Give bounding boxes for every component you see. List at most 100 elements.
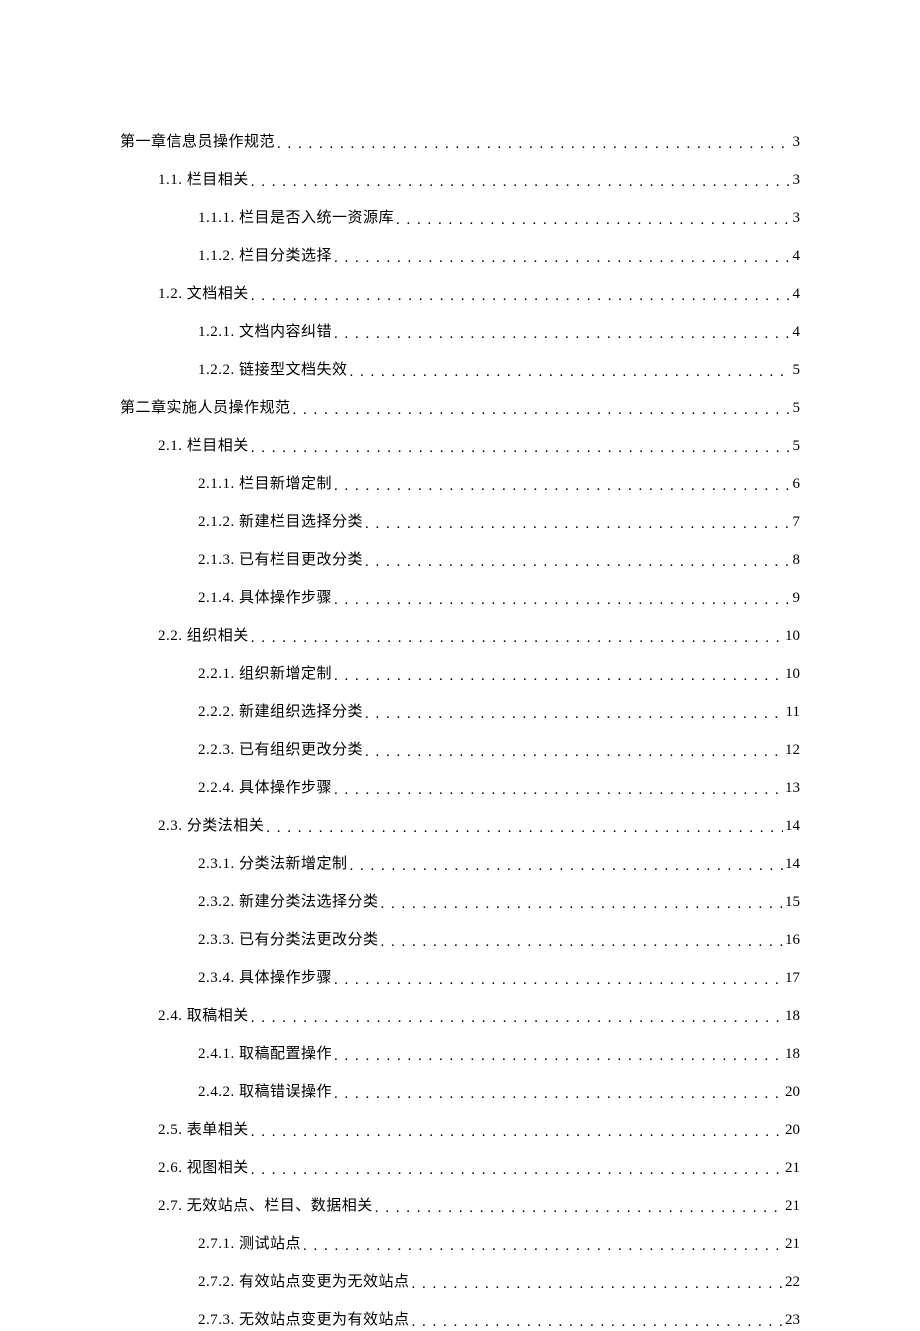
toc-entry-number: 2.4.1. — [198, 1046, 235, 1062]
toc-entry-title: 2.4.2. 取稿错误操作 — [198, 1080, 332, 1101]
toc-entry-text: 新建分类法选择分类 — [239, 894, 379, 910]
toc-entry[interactable]: 第一章信息员操作规范3 — [120, 130, 800, 151]
toc-entry[interactable]: 2.7. 无效站点、栏目、数据相关 21 — [158, 1194, 800, 1215]
toc-entry-text: 已有组织更改分类 — [239, 742, 363, 758]
toc-entry-text: 具体操作步骤 — [239, 780, 332, 796]
toc-entry[interactable]: 2.2.2. 新建组织选择分类11 — [198, 700, 800, 721]
toc-leader-dots — [348, 364, 791, 381]
toc-entry-title: 2.3.3. 已有分类法更改分类 — [198, 928, 379, 949]
toc-entry-number: 2.1.1. — [198, 476, 235, 492]
toc-entry[interactable]: 2.4.2. 取稿错误操作 20 — [198, 1080, 800, 1101]
toc-entry-page: 5 — [791, 362, 801, 379]
toc-entry-title: 1.1.2. 栏目分类选择 — [198, 244, 332, 265]
toc-entry-number: 1.2.1. — [198, 324, 235, 340]
toc-entry-number: 2.5. — [158, 1122, 183, 1138]
toc-entry-page: 4 — [791, 324, 801, 341]
table-of-contents: 第一章信息员操作规范31.1. 栏目相关31.1.1. 栏目是否入统一资源库31… — [120, 130, 800, 1329]
toc-entry[interactable]: 2.5. 表单相关20 — [158, 1118, 800, 1139]
toc-entry[interactable]: 2.3.2. 新建分类法选择分类15 — [198, 890, 800, 911]
toc-leader-dots — [249, 1010, 783, 1027]
toc-entry[interactable]: 2.1. 栏目相关5 — [158, 434, 800, 455]
toc-leader-dots — [363, 554, 790, 571]
toc-leader-dots — [410, 1314, 783, 1331]
toc-entry-title: 2.7. 无效站点、栏目、数据相关 — [158, 1194, 373, 1215]
toc-entry-number: 1.1.2. — [198, 248, 235, 264]
toc-entry[interactable]: 2.7.1. 测试站点 21 — [198, 1232, 800, 1253]
toc-entry[interactable]: 1.2.1. 文档内容纠错4 — [198, 320, 800, 341]
toc-leader-dots — [249, 440, 791, 457]
toc-entry-title: 2.6. 视图相关 — [158, 1156, 249, 1177]
toc-entry[interactable]: 1.1. 栏目相关 3 — [158, 168, 800, 189]
toc-entry[interactable]: 2.3.4. 具体操作步骤 17 — [198, 966, 800, 987]
toc-entry-title: 2.1.2. 新建栏目选择分类 — [198, 510, 363, 531]
toc-leader-dots — [332, 326, 790, 343]
toc-entry-number: 2.3.4. — [198, 970, 235, 986]
toc-entry-number: 1.2.2. — [198, 362, 235, 378]
toc-entry-page: 13 — [783, 780, 800, 797]
toc-entry[interactable]: 2.2.3. 已有组织更改分类12 — [198, 738, 800, 759]
toc-entry-page: 3 — [791, 210, 801, 227]
toc-entry-page: 21 — [783, 1198, 800, 1215]
toc-entry[interactable]: 2.1.3. 已有栏目更改分类 8 — [198, 548, 800, 569]
toc-entry[interactable]: 2.4.1. 取稿配置操作18 — [198, 1042, 800, 1063]
toc-entry-page: 17 — [783, 970, 800, 987]
toc-entry-page: 3 — [791, 172, 801, 189]
toc-entry-title: 2.3.1. 分类法新增定制 — [198, 852, 348, 873]
toc-entry-text: 组织新增定制 — [239, 666, 332, 682]
toc-entry-text: 已有分类法更改分类 — [239, 932, 379, 948]
toc-entry-text: 具体操作步骤 — [239, 970, 332, 986]
toc-entry-number: 2.2.4. — [198, 780, 235, 796]
toc-entry-title: 2.1.1. 栏目新增定制 — [198, 472, 332, 493]
toc-entry[interactable]: 2.4. 取稿相关18 — [158, 1004, 800, 1025]
toc-entry-page: 8 — [791, 552, 801, 569]
toc-entry[interactable]: 1.1.1. 栏目是否入统一资源库3 — [198, 206, 800, 227]
toc-entry[interactable]: 2.3.1. 分类法新增定制 14 — [198, 852, 800, 873]
toc-entry-number: 2.3. — [158, 818, 183, 834]
toc-entry-title: 1.1. 栏目相关 — [158, 168, 249, 189]
toc-entry-page: 20 — [783, 1084, 800, 1101]
toc-entry[interactable]: 2.7.2. 有效站点变更为无效站点22 — [198, 1270, 800, 1291]
toc-entry-title: 2.5. 表单相关 — [158, 1118, 249, 1139]
toc-leader-dots — [332, 250, 790, 267]
toc-entry-page: 18 — [783, 1008, 800, 1025]
toc-leader-dots — [363, 516, 790, 533]
toc-entry[interactable]: 1.1.2. 栏目分类选择 4 — [198, 244, 800, 265]
toc-entry[interactable]: 2.1.1. 栏目新增定制6 — [198, 472, 800, 493]
toc-leader-dots — [394, 212, 790, 229]
toc-entry[interactable]: 1.2. 文档相关4 — [158, 282, 800, 303]
toc-entry-text: 分类法新增定制 — [239, 856, 348, 872]
toc-entry[interactable]: 2.3. 分类法相关14 — [158, 814, 800, 835]
toc-entry-number: 1.1. — [158, 172, 183, 188]
toc-entry-page: 16 — [783, 932, 800, 949]
toc-entry[interactable]: 2.2.1. 组织新增定制10 — [198, 662, 800, 683]
toc-entry-title: 2.1.3. 已有栏目更改分类 — [198, 548, 363, 569]
toc-entry[interactable]: 2.7.3. 无效站点变更为有效站点23 — [198, 1308, 800, 1329]
toc-entry[interactable]: 2.2. 组织相关10 — [158, 624, 800, 645]
toc-entry-page: 4 — [791, 248, 801, 265]
toc-entry-title: 2.4.1. 取稿配置操作 — [198, 1042, 332, 1063]
toc-entry-title: 2.3.2. 新建分类法选择分类 — [198, 890, 379, 911]
toc-entry-text: 表单相关 — [187, 1122, 249, 1138]
toc-entry-title: 第二章实施人员操作规范 — [120, 396, 291, 417]
toc-entry[interactable]: 2.1.2. 新建栏目选择分类7 — [198, 510, 800, 531]
toc-entry-page: 21 — [783, 1236, 800, 1253]
toc-entry[interactable]: 第二章实施人员操作规范5 — [120, 396, 800, 417]
toc-leader-dots — [291, 402, 791, 419]
toc-entry-title: 2.1.4. 具体操作步骤 — [198, 586, 332, 607]
toc-entry-text: 已有栏目更改分类 — [239, 552, 363, 568]
toc-entry[interactable]: 1.2.2. 链接型文档失效 5 — [198, 358, 800, 379]
toc-entry[interactable]: 2.1.4. 具体操作步骤 9 — [198, 586, 800, 607]
toc-entry-page: 9 — [791, 590, 801, 607]
toc-entry-page: 4 — [791, 286, 801, 303]
toc-entry-number: 2.2.2. — [198, 704, 235, 720]
toc-entry-number: 2.1.2. — [198, 514, 235, 530]
toc-entry-title: 2.7.1. 测试站点 — [198, 1232, 301, 1253]
toc-entry[interactable]: 2.2.4. 具体操作步骤 13 — [198, 776, 800, 797]
toc-entry-page: 14 — [783, 856, 800, 873]
toc-entry[interactable]: 2.3.3. 已有分类法更改分类 16 — [198, 928, 800, 949]
toc-entry[interactable]: 2.6. 视图相关21 — [158, 1156, 800, 1177]
toc-leader-dots — [249, 174, 791, 191]
toc-entry-text: 新建组织选择分类 — [239, 704, 363, 720]
toc-entry-title: 2.7.2. 有效站点变更为无效站点 — [198, 1270, 410, 1291]
toc-entry-text: 链接型文档失效 — [239, 362, 348, 378]
